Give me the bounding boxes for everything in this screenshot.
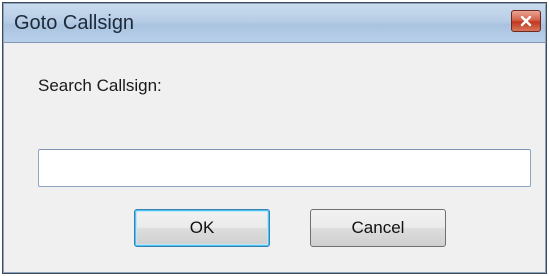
search-callsign-input[interactable]	[38, 149, 531, 187]
cancel-button[interactable]: Cancel	[310, 209, 446, 247]
window-title: Goto Callsign	[14, 12, 135, 34]
close-icon	[520, 15, 532, 27]
title-bar[interactable]: Goto Callsign	[4, 4, 545, 43]
goto-callsign-dialog: Goto Callsign Search Callsign: OK Cancel	[2, 2, 547, 274]
dialog-content: Search Callsign: OK Cancel	[4, 43, 545, 272]
search-callsign-label: Search Callsign:	[38, 76, 162, 95]
ok-button[interactable]: OK	[134, 209, 270, 247]
close-button[interactable]	[511, 10, 541, 32]
